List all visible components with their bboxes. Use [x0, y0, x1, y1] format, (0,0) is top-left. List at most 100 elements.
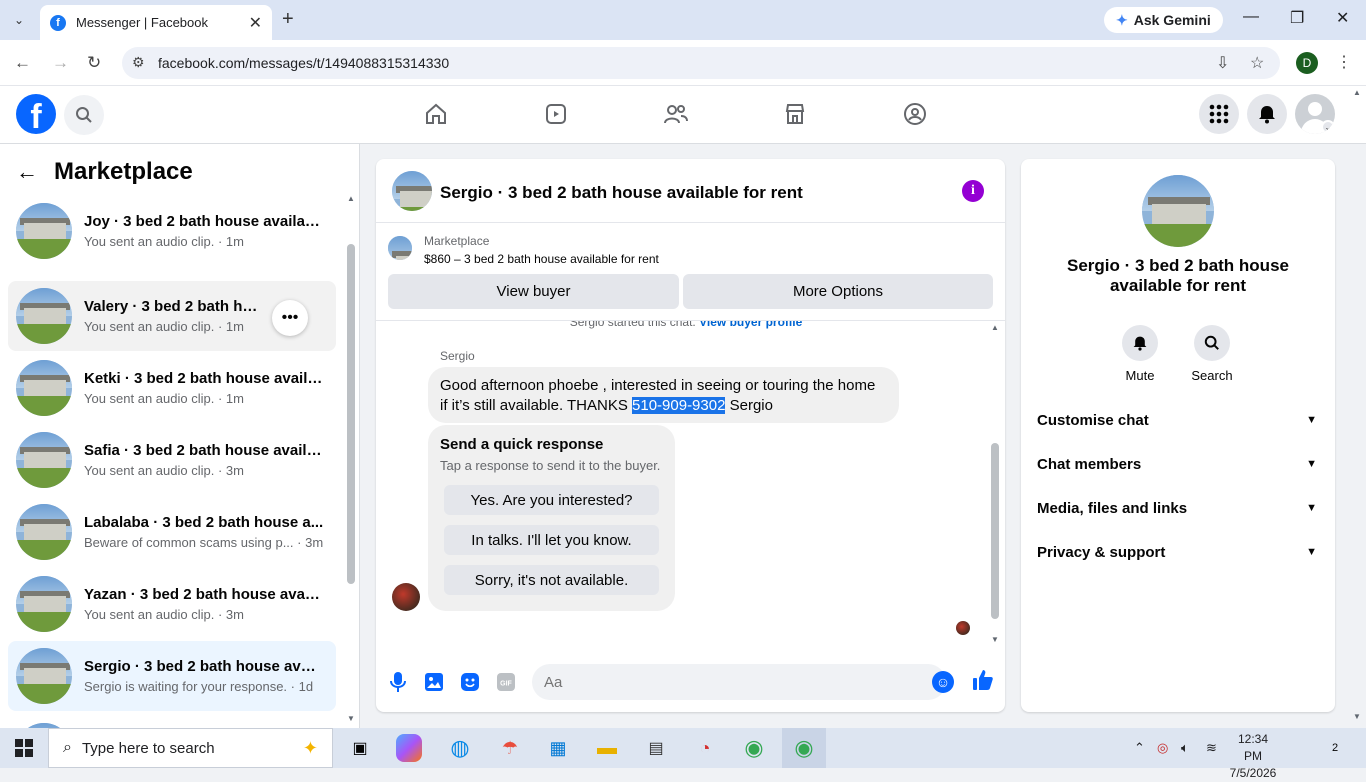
home-icon[interactable]: [422, 100, 450, 128]
chat-list-scrollbar[interactable]: [347, 244, 355, 584]
wifi-icon[interactable]: ≋: [1206, 740, 1217, 756]
taskbar-clock[interactable]: 12:34 PM 7/5/2026: [1228, 731, 1278, 782]
windows-start-icon[interactable]: [0, 728, 48, 768]
chat-name: Yazan · 3 bed 2 bath house avail...: [84, 586, 324, 603]
chat-item-yazan[interactable]: Yazan · 3 bed 2 bath house avail... You s…: [8, 569, 336, 639]
scroll-up-arrow-icon[interactable]: ▲: [991, 323, 999, 332]
sticker-icon[interactable]: [459, 671, 481, 693]
chat-item-labalaba[interactable]: Labalaba · 3 bed 2 bath house a... Beware…: [8, 497, 336, 567]
more-options-icon[interactable]: •••: [272, 300, 308, 336]
scroll-down-arrow-icon[interactable]: ▼: [991, 635, 999, 644]
install-app-icon[interactable]: ⇩: [1216, 53, 1229, 73]
customise-chat-section[interactable]: Customise chat ▼: [1037, 408, 1321, 432]
groups-icon[interactable]: [901, 100, 929, 128]
listing-price[interactable]: $860 – 3 bed 2 bath house available for …: [424, 252, 659, 266]
message-bubble[interactable]: Good afternoon phoebe , interested in se…: [428, 367, 899, 423]
calendar-app-icon[interactable]: ▤: [641, 734, 671, 762]
store-icon[interactable]: ▦: [543, 734, 573, 762]
page-scrollbar[interactable]: ▲ ▼: [1344, 86, 1366, 728]
emoji-icon[interactable]: ☺: [932, 671, 954, 693]
new-tab-icon[interactable]: +: [282, 8, 294, 31]
conversation-header: Sergio · 3 bed 2 bath house available fo…: [376, 159, 1005, 223]
chat-item-safia[interactable]: Safia · 3 bed 2 bath house availa... You …: [8, 425, 336, 495]
quick-reply-button[interactable]: Sorry, it's not available.: [444, 565, 659, 595]
more-options-button[interactable]: More Options: [683, 274, 993, 309]
back-arrow-icon[interactable]: ←: [16, 159, 38, 185]
conversation-title[interactable]: Sergio · 3 bed 2 bath house available fo…: [440, 183, 803, 203]
chevron-down-icon: ▼: [1306, 414, 1317, 426]
message-input[interactable]: [532, 664, 946, 700]
search-icon[interactable]: [64, 95, 104, 135]
details-thumbnail: [1142, 175, 1214, 247]
minimize-icon[interactable]: —: [1243, 8, 1259, 26]
chat-item-sergio[interactable]: Sergio · 3 bed 2 bath house avai... Sergi…: [8, 641, 336, 711]
chat-details-panel: Sergio · 3 bed 2 bath house available fo…: [1021, 159, 1335, 712]
speedtest-icon[interactable]: ◔: [690, 734, 720, 762]
quick-reply-button[interactable]: In talks. I'll let you know.: [444, 525, 659, 555]
tray-app-icon[interactable]: ◎: [1157, 740, 1168, 756]
edge-icon[interactable]: ◍: [445, 734, 475, 762]
file-explorer-icon[interactable]: ▬: [592, 734, 622, 762]
info-icon[interactable]: i: [962, 180, 984, 202]
messenger-favicon-icon: f: [50, 14, 66, 31]
chat-members-section[interactable]: Chat members ▼: [1037, 452, 1321, 476]
view-buyer-button[interactable]: View buyer: [388, 274, 679, 309]
scroll-down-arrow-icon[interactable]: ▼: [347, 714, 355, 723]
chrome-icon[interactable]: ◉: [739, 734, 769, 762]
browser-toolbar: ← → ↻ ⚙ facebook.com/messages/t/14940883…: [0, 40, 1366, 86]
close-window-icon[interactable]: ✕: [1336, 8, 1349, 28]
view-buyer-profile-link[interactable]: View buyer profile: [699, 321, 802, 329]
chrome-active-icon[interactable]: ◉: [782, 728, 826, 768]
ask-gemini-button[interactable]: ✦ Ask Gemini: [1104, 7, 1223, 33]
browser-menu-icon[interactable]: ⋮: [1336, 52, 1352, 72]
chat-item-joy[interactable]: Joy · 3 bed 2 bath house availab... You s…: [8, 196, 336, 266]
privacy-support-section[interactable]: Privacy & support ▼: [1037, 540, 1321, 564]
chat-item-ketki[interactable]: Ketki · 3 bed 2 bath house availa... You …: [8, 353, 336, 423]
copilot-icon[interactable]: [396, 734, 422, 762]
photo-icon[interactable]: [423, 671, 445, 693]
site-info-icon[interactable]: ⚙: [132, 54, 145, 71]
details-title: Sergio · 3 bed 2 bath house available fo…: [1067, 256, 1289, 295]
reload-icon[interactable]: ↻: [87, 53, 101, 73]
tab-search-icon[interactable]: ⌄: [8, 9, 30, 31]
forward-icon[interactable]: →: [52, 53, 69, 73]
notification-center-icon[interactable]: 2: [1324, 738, 1346, 758]
facebook-logo-icon[interactable]: f: [16, 94, 56, 134]
task-view-icon[interactable]: ▣: [345, 734, 375, 762]
app-icon[interactable]: ☂: [495, 734, 525, 762]
thread-scrollbar[interactable]: [991, 443, 999, 619]
search-conversation-button[interactable]: Search: [1182, 325, 1242, 383]
volume-icon[interactable]: 🔈︎: [1181, 740, 1189, 756]
profile-avatar[interactable]: D: [1296, 52, 1318, 74]
bookmark-star-icon[interactable]: ☆: [1250, 53, 1264, 73]
show-hidden-icons-icon[interactable]: ⌃: [1134, 740, 1145, 756]
scroll-up-arrow-icon[interactable]: ▲: [1353, 88, 1361, 97]
chat-item-partial[interactable]: [8, 716, 336, 728]
friends-icon[interactable]: [662, 100, 690, 128]
marketplace-icon[interactable]: [781, 100, 809, 128]
address-bar[interactable]: ⚙ facebook.com/messages/t/14940883153143…: [122, 47, 1280, 79]
close-tab-icon[interactable]: ✕: [249, 13, 262, 33]
back-icon[interactable]: ←: [14, 53, 31, 73]
conversation-thumbnail[interactable]: [392, 171, 432, 211]
mute-button[interactable]: Mute: [1110, 325, 1170, 383]
thumbs-up-icon[interactable]: [972, 669, 994, 691]
microphone-icon[interactable]: [387, 671, 409, 693]
notifications-bell-icon[interactable]: [1247, 94, 1287, 134]
scroll-down-arrow-icon[interactable]: ▼: [1353, 712, 1361, 721]
browser-tab[interactable]: f Messenger | Facebook ✕: [40, 5, 272, 40]
scroll-up-arrow-icon[interactable]: ▲: [347, 194, 355, 203]
menu-grid-icon[interactable]: [1199, 94, 1239, 134]
section-label: Privacy & support: [1037, 543, 1166, 561]
media-files-links-section[interactable]: Media, files and links ▼: [1037, 496, 1321, 520]
restore-icon[interactable]: ❐: [1290, 8, 1304, 28]
section-label: Chat members: [1037, 455, 1142, 473]
tab-title: Messenger | Facebook: [76, 15, 208, 30]
gif-icon[interactable]: GIF: [495, 671, 517, 693]
video-icon[interactable]: [542, 100, 570, 128]
chat-preview: You sent an audio clip. · 3m: [84, 463, 244, 478]
quick-reply-button[interactable]: Yes. Are you interested?: [444, 485, 659, 515]
sender-avatar[interactable]: [392, 583, 420, 611]
account-avatar[interactable]: ⌄: [1295, 94, 1335, 134]
taskbar-search[interactable]: ⌕ Type here to search ✦: [48, 728, 333, 768]
